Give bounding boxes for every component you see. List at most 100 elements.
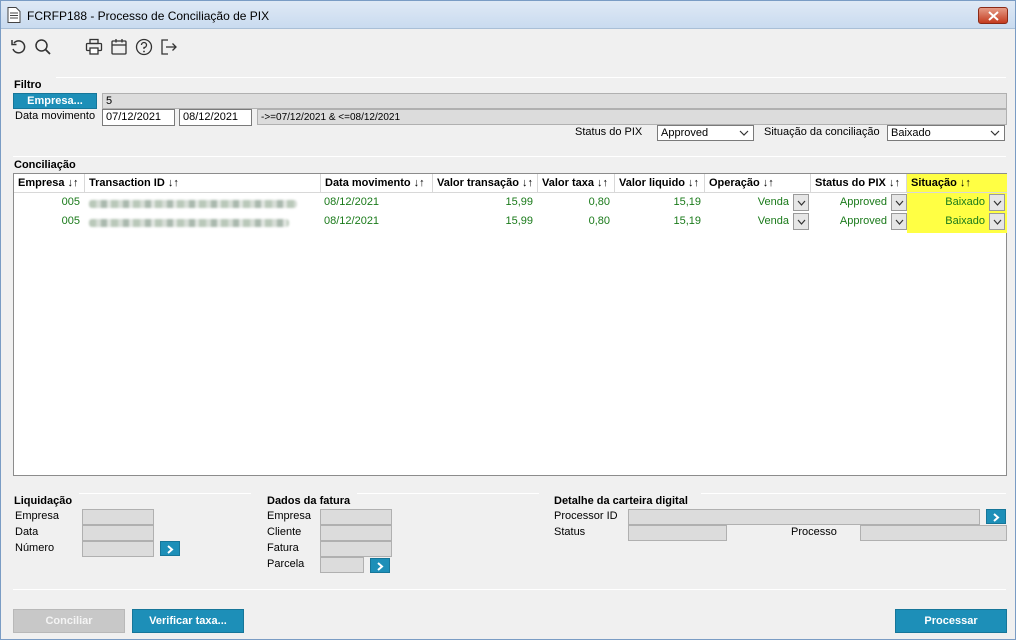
col-header-valor-liquido[interactable]: Valor liquido ↓↑	[615, 174, 705, 193]
table-row[interactable]: 005 08/12/2021 15,99 0,80 15,19 Venda Ap…	[14, 212, 1006, 231]
cell-status-pix: Approved	[839, 215, 887, 227]
cell-status-pix: Approved	[839, 196, 887, 208]
liquidacao-empresa-field	[82, 509, 154, 525]
title-bar: FCRFP188 - Processo de Conciliação de PI…	[1, 1, 1015, 29]
transaction-id-redacted	[89, 219, 289, 227]
chevron-right-icon	[993, 513, 1000, 522]
carteira-status-field	[628, 525, 727, 541]
dados-fatura-title: Dados da fatura	[267, 495, 351, 507]
transaction-id-redacted	[89, 200, 297, 208]
cell-valor-taxa: 0,80	[588, 196, 610, 208]
chevron-down-icon	[993, 200, 1002, 206]
data-movimento-label: Data movimento	[15, 110, 96, 122]
cell-valor-liquido: 15,19	[673, 196, 701, 208]
toolbar	[1, 30, 1015, 64]
col-header-transaction-id[interactable]: Transaction ID ↓↑	[85, 174, 321, 193]
cell-situacao: Baixado	[945, 215, 985, 227]
col-header-operacao[interactable]: Operação ↓↑	[705, 174, 811, 193]
fatura-empresa-field	[320, 509, 392, 525]
col-header-valor-transacao[interactable]: Valor transação ↓↑	[433, 174, 538, 193]
situacao-select[interactable]: Baixado	[887, 125, 1005, 141]
dados-fatura-divider	[357, 493, 539, 494]
verificar-taxa-button[interactable]: Verificar taxa...	[132, 609, 244, 633]
status-pix-select[interactable]: Approved	[657, 125, 754, 141]
cell-data-movimento: 08/12/2021	[324, 196, 380, 208]
filtro-divider	[56, 77, 1006, 78]
chevron-down-icon	[797, 219, 806, 225]
col-header-valor-taxa[interactable]: Valor taxa ↓↑	[538, 174, 615, 193]
operacao-dropdown-button[interactable]	[793, 194, 809, 211]
undo-icon[interactable]	[10, 38, 28, 56]
empresa-field: 5	[102, 93, 1007, 109]
status-pix-value: Approved	[661, 127, 709, 139]
cell-data-movimento: 08/12/2021	[324, 215, 380, 227]
liquidacao-data-field	[82, 525, 154, 541]
empresa-button[interactable]: Empresa...	[13, 93, 97, 109]
date-expression: ->=07/12/2021 & <=08/12/2021	[257, 109, 1007, 125]
liquidacao-open-button[interactable]	[160, 541, 180, 556]
calendar-icon[interactable]	[110, 38, 128, 56]
cell-valor-transacao: 15,99	[505, 196, 533, 208]
carteira-processo-field	[860, 525, 1007, 541]
fatura-fatura-field	[320, 541, 392, 557]
cell-operacao: Venda	[757, 196, 789, 208]
liquidacao-divider	[79, 493, 251, 494]
col-header-empresa[interactable]: Empresa ↓↑	[14, 174, 85, 193]
cell-empresa: 005	[61, 215, 80, 227]
conciliacao-grid: Empresa ↓↑ Transaction ID ↓↑ Data movime…	[13, 173, 1007, 476]
cell-valor-transacao: 15,99	[505, 215, 533, 227]
fatura-empresa-label: Empresa	[267, 510, 312, 522]
operacao-dropdown-button[interactable]	[793, 213, 809, 230]
col-header-data-movimento[interactable]: Data movimento ↓↑	[321, 174, 433, 193]
carteira-status-label: Status	[554, 526, 586, 538]
situacao-dropdown-button[interactable]	[989, 194, 1005, 211]
chevron-down-icon	[990, 130, 1000, 136]
liquidacao-title: Liquidação	[14, 495, 73, 507]
carteira-open-button[interactable]	[986, 509, 1006, 524]
liquidacao-data-label: Data	[15, 526, 39, 538]
chevron-down-icon	[797, 200, 806, 206]
situacao-dropdown-button[interactable]	[989, 213, 1005, 230]
status-pix-dropdown-button[interactable]	[891, 194, 907, 211]
close-icon	[988, 11, 999, 21]
document-icon	[7, 7, 21, 23]
chevron-down-icon	[993, 219, 1002, 225]
conciliacao-title: Conciliação	[14, 159, 76, 171]
footer-divider	[13, 589, 1006, 590]
fatura-open-button[interactable]	[370, 558, 390, 573]
print-icon[interactable]	[85, 38, 103, 56]
liquidacao-numero-label: Número	[15, 542, 55, 554]
filtro-title: Filtro	[14, 79, 42, 91]
cell-operacao: Venda	[757, 215, 789, 227]
processor-id-label: Processor ID	[554, 510, 618, 522]
main-window: FCRFP188 - Processo de Conciliação de PI…	[0, 0, 1016, 640]
exit-icon[interactable]	[160, 38, 178, 56]
situacao-value: Baixado	[891, 127, 931, 139]
situacao-label: Situação da conciliação	[764, 126, 880, 138]
chevron-down-icon	[895, 200, 904, 206]
carteira-title: Detalhe da carteira digital	[554, 495, 688, 507]
cell-valor-taxa: 0,80	[588, 215, 610, 227]
col-header-status-pix[interactable]: Status do PIX ↓↑	[811, 174, 907, 193]
help-icon[interactable]	[135, 38, 153, 56]
chevron-down-icon	[895, 219, 904, 225]
chevron-down-icon	[739, 130, 749, 136]
close-button[interactable]	[978, 7, 1008, 24]
table-row[interactable]: 005 08/12/2021 15,99 0,80 15,19 Venda Ap…	[14, 193, 1006, 212]
date-from-input[interactable]: 07/12/2021	[102, 109, 175, 126]
processar-button[interactable]: Processar	[895, 609, 1007, 633]
conciliacao-divider	[13, 156, 1006, 157]
conciliar-button[interactable]: Conciliar	[13, 609, 125, 633]
search-icon[interactable]	[34, 38, 52, 56]
fatura-parcela-field	[320, 557, 364, 573]
window-title: FCRFP188 - Processo de Conciliação de PI…	[27, 9, 270, 23]
col-header-situacao[interactable]: Situação ↓↑	[907, 174, 1007, 193]
cell-situacao: Baixado	[945, 196, 985, 208]
carteira-processo-label: Processo	[791, 526, 837, 538]
cell-valor-liquido: 15,19	[673, 215, 701, 227]
date-to-input[interactable]: 08/12/2021	[179, 109, 252, 126]
fatura-cliente-label: Cliente	[267, 526, 302, 538]
chevron-right-icon	[167, 545, 174, 554]
status-pix-dropdown-button[interactable]	[891, 213, 907, 230]
chevron-right-icon	[377, 562, 384, 571]
